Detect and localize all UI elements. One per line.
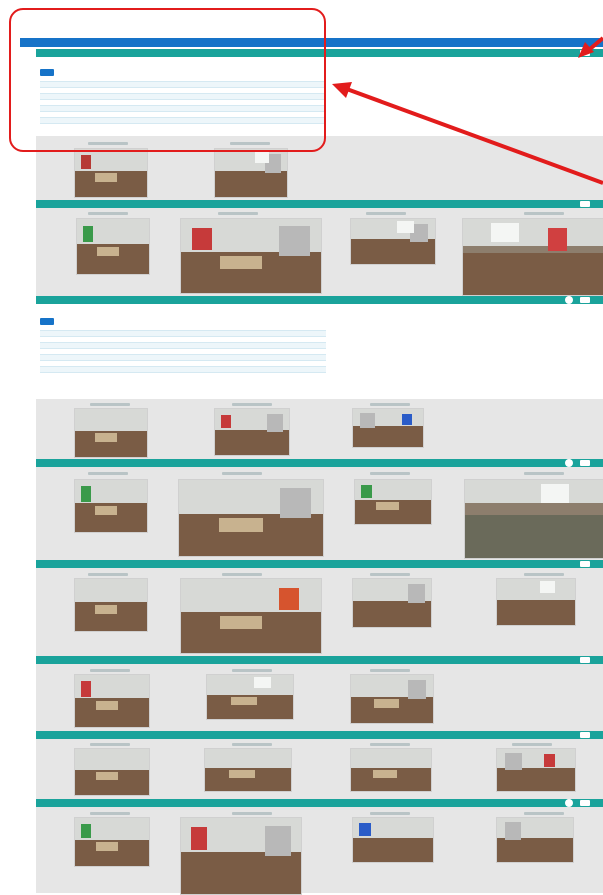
arrow-to-button bbox=[588, 36, 603, 51]
arrow-head-right bbox=[578, 42, 594, 58]
annotation-arrows bbox=[332, 36, 603, 185]
arrow-to-panel bbox=[343, 86, 603, 185]
arrow-head-left bbox=[332, 82, 352, 98]
